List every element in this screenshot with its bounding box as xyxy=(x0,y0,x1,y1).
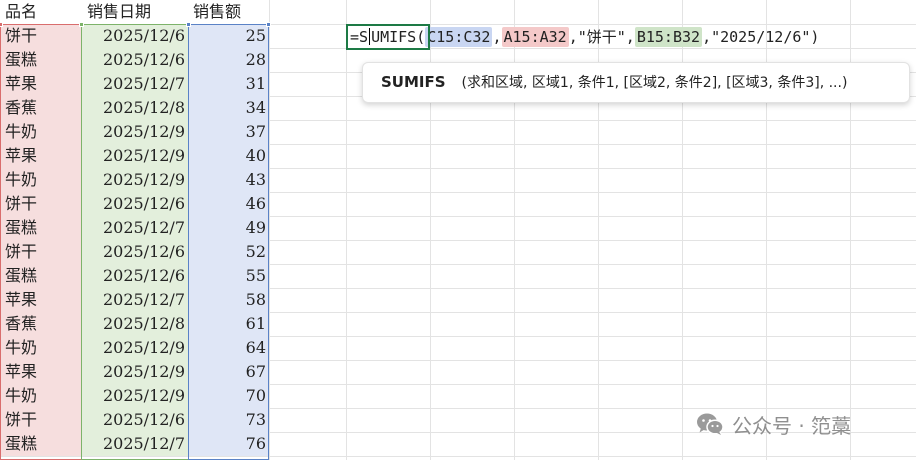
sales-cell[interactable]: 64 xyxy=(188,336,269,360)
date-cell[interactable]: 2025/12/7 xyxy=(81,216,188,240)
sales-cell[interactable]: 58 xyxy=(188,288,269,312)
product-cell[interactable]: 牛奶 xyxy=(0,336,81,360)
date-cell[interactable]: 2025/12/9 xyxy=(81,168,188,192)
tooltip-function-name[interactable]: SUMIFS xyxy=(381,73,446,91)
sales-cell[interactable]: 55 xyxy=(188,264,269,288)
date-cell[interactable]: 2025/12/6 xyxy=(81,408,188,432)
product-cell[interactable]: 饼干 xyxy=(0,24,81,48)
spreadsheet-grid: 品名 销售日期 销售额 饼干 2025/12/6 25 蛋糕 2025/12/6 28 苹果… xyxy=(0,0,916,460)
sales-cell[interactable]: 73 xyxy=(188,408,269,432)
sales-cell[interactable]: 40 xyxy=(188,144,269,168)
product-cell[interactable]: 饼干 xyxy=(0,408,81,432)
date-cell[interactable]: 2025/12/8 xyxy=(81,96,188,120)
formula-ref-criteria-range-1[interactable]: A15:A32 xyxy=(501,27,569,47)
sales-cell[interactable]: 61 xyxy=(188,312,269,336)
formula-criteria-2: ,"2025/12/6") xyxy=(702,28,820,46)
sales-cell[interactable]: 25 xyxy=(188,24,269,48)
header-cell-date[interactable]: 销售日期 xyxy=(81,0,188,24)
date-cell[interactable]: 2025/12/7 xyxy=(81,72,188,96)
product-cell[interactable]: 苹果 xyxy=(0,72,81,96)
product-cell[interactable]: 香蕉 xyxy=(0,96,81,120)
tooltip-signature: (求和区域, 区域1, 条件1, [区域2, 条件2], [区域3, 条件3],… xyxy=(461,75,848,91)
date-cell[interactable]: 2025/12/6 xyxy=(81,240,188,264)
product-cell[interactable]: 牛奶 xyxy=(0,168,81,192)
sales-cell[interactable]: 46 xyxy=(188,192,269,216)
product-cell[interactable]: 蛋糕 xyxy=(0,432,81,456)
product-cell[interactable]: 蛋糕 xyxy=(0,48,81,72)
product-cell[interactable]: 苹果 xyxy=(0,144,81,168)
date-cell[interactable]: 2025/12/9 xyxy=(81,360,188,384)
product-cell[interactable]: 蛋糕 xyxy=(0,264,81,288)
sales-cell[interactable]: 37 xyxy=(188,120,269,144)
product-cell[interactable]: 苹果 xyxy=(0,360,81,384)
product-cell[interactable]: 苹果 xyxy=(0,288,81,312)
product-cell[interactable]: 蛋糕 xyxy=(0,216,81,240)
date-cell[interactable]: 2025/12/9 xyxy=(81,144,188,168)
header-cell-product[interactable]: 品名 xyxy=(0,0,81,24)
header-cell-sales[interactable]: 销售额 xyxy=(188,0,269,24)
date-cell[interactable]: 2025/12/6 xyxy=(81,192,188,216)
wechat-icon xyxy=(697,413,724,435)
formula-function-rest: UMIFS( xyxy=(371,28,426,46)
watermark: 公众号 · 笵藁 xyxy=(696,410,851,438)
sales-cell[interactable]: 43 xyxy=(188,168,269,192)
gridline-vertical xyxy=(346,0,347,460)
date-cell[interactable]: 2025/12/6 xyxy=(81,24,188,48)
sales-cell[interactable]: 49 xyxy=(188,216,269,240)
date-cell[interactable]: 2025/12/6 xyxy=(81,48,188,72)
date-cell[interactable]: 2025/12/9 xyxy=(81,384,188,408)
product-cell[interactable]: 牛奶 xyxy=(0,384,81,408)
formula-ref-criteria-range-2[interactable]: B15:B32 xyxy=(634,27,703,47)
sales-cell[interactable]: 28 xyxy=(188,48,269,72)
date-cell[interactable]: 2025/12/8 xyxy=(81,312,188,336)
formula-ref-sum-range[interactable]: C15:C32 xyxy=(425,27,493,47)
sales-cell[interactable]: 70 xyxy=(188,384,269,408)
sales-cell[interactable]: 31 xyxy=(188,72,269,96)
text-caret xyxy=(369,28,371,45)
product-cell[interactable]: 香蕉 xyxy=(0,312,81,336)
sales-cell[interactable]: 67 xyxy=(188,360,269,384)
date-cell[interactable]: 2025/12/9 xyxy=(81,120,188,144)
date-cell[interactable]: 2025/12/9 xyxy=(81,336,188,360)
sales-cell[interactable]: 34 xyxy=(188,96,269,120)
sales-cell[interactable]: 52 xyxy=(188,240,269,264)
formula-editing-cell[interactable]: =S UMIFS(C15:C32, A15:A32 ,"饼干", B15:B32 ,"20… xyxy=(346,24,819,50)
date-cell[interactable]: 2025/12/7 xyxy=(81,288,188,312)
watermark-text: 公众号 · 笵藁 xyxy=(732,413,852,438)
product-cell[interactable]: 牛奶 xyxy=(0,120,81,144)
gridline-vertical xyxy=(269,0,270,460)
product-cell[interactable]: 饼干 xyxy=(0,192,81,216)
date-cell[interactable]: 2025/12/6 xyxy=(81,264,188,288)
gridline-horizontal xyxy=(0,456,916,457)
sales-cell[interactable]: 76 xyxy=(188,432,269,456)
formula-separator: , xyxy=(492,28,502,46)
date-cell[interactable]: 2025/12/7 xyxy=(81,432,188,456)
product-cell[interactable]: 饼干 xyxy=(0,240,81,264)
formula-prefix: =S xyxy=(350,28,369,46)
formula-criteria-1: ,"饼干", xyxy=(568,28,635,46)
function-tooltip[interactable]: SUMIFS (求和区域, 区域1, 条件1, [区域2, 条件2], [区域3,… xyxy=(362,62,910,103)
